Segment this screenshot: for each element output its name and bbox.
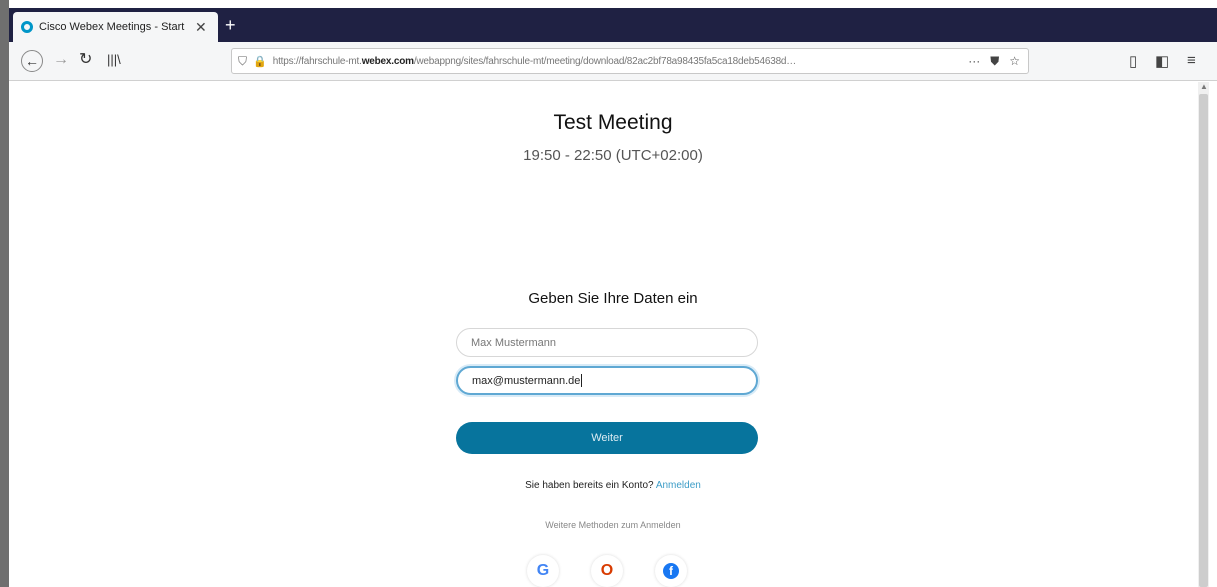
- reload-button-icon[interactable]: ↻: [79, 50, 92, 70]
- lock-icon[interactable]: 🔒: [253, 55, 267, 68]
- menu-icon[interactable]: ≡: [1187, 52, 1196, 69]
- email-field[interactable]: max@mustermann.de: [456, 366, 758, 395]
- text-caret: [581, 374, 583, 387]
- tab-webex[interactable]: Cisco Webex Meetings - Start ✕: [13, 12, 218, 42]
- forward-button-icon[interactable]: →: [53, 50, 69, 70]
- meeting-time: 19:50 - 22:50 (UTC+02:00): [523, 147, 703, 164]
- page-actions-icon[interactable]: ···: [968, 54, 980, 69]
- webex-favicon-icon: [21, 21, 33, 33]
- account-text: Sie haben bereits ein Konto?: [525, 480, 654, 491]
- google-icon[interactable]: G: [527, 555, 559, 587]
- meeting-title: Test Meeting: [553, 111, 673, 134]
- tab-bar: Cisco Webex Meetings - Start ✕ +: [9, 8, 1217, 42]
- email-value: max@mustermann.de: [472, 374, 581, 387]
- other-methods-label: Weitere Methoden zum Anmelden: [545, 520, 681, 530]
- window-frame-left: [0, 0, 9, 587]
- name-placeholder: Max Mustermann: [471, 336, 556, 349]
- browser-window: Cisco Webex Meetings - Start ✕ + ← → ↻ |…: [9, 0, 1217, 587]
- office-icon[interactable]: O: [591, 555, 623, 587]
- facebook-icon: f: [663, 562, 679, 579]
- back-button-icon[interactable]: ←: [21, 50, 43, 72]
- account-prompt: Sie haben bereits ein Konto? Anmelden: [9, 480, 1217, 491]
- extension-icon[interactable]: ◧: [1155, 52, 1169, 70]
- url-text[interactable]: https://fahrschule-mt.webex.com/webappng…: [273, 56, 953, 67]
- scroll-up-icon[interactable]: ▲: [1200, 82, 1208, 91]
- next-button[interactable]: Weiter: [456, 422, 758, 454]
- tab-title: Cisco Webex Meetings - Start: [39, 21, 185, 33]
- page-content: Test Meeting 19:50 - 22:50 (UTC+02:00) G…: [9, 81, 1199, 587]
- sidebar-icon[interactable]: ▯: [1129, 52, 1137, 70]
- facebook-button[interactable]: f: [655, 555, 687, 587]
- new-tab-button[interactable]: +: [225, 15, 236, 35]
- navigation-toolbar: ← → ↻ |||\ ⛉ 🔒 https://fahrschule-mt.web…: [9, 42, 1217, 81]
- pocket-icon[interactable]: ⛊: [990, 54, 999, 69]
- library-icon[interactable]: |||\: [107, 50, 121, 70]
- name-field[interactable]: Max Mustermann: [456, 328, 758, 357]
- bookmark-star-icon[interactable]: ☆: [1009, 54, 1020, 69]
- form-heading: Geben Sie Ihre Daten ein: [528, 290, 698, 307]
- address-bar[interactable]: ⛉ 🔒 https://fahrschule-mt.webex.com/weba…: [231, 48, 1029, 74]
- tracking-protection-icon[interactable]: ⛉: [238, 54, 247, 69]
- tab-close-icon[interactable]: ✕: [195, 19, 207, 36]
- signin-link[interactable]: Anmelden: [656, 480, 701, 491]
- scrollbar-thumb[interactable]: [1199, 94, 1208, 587]
